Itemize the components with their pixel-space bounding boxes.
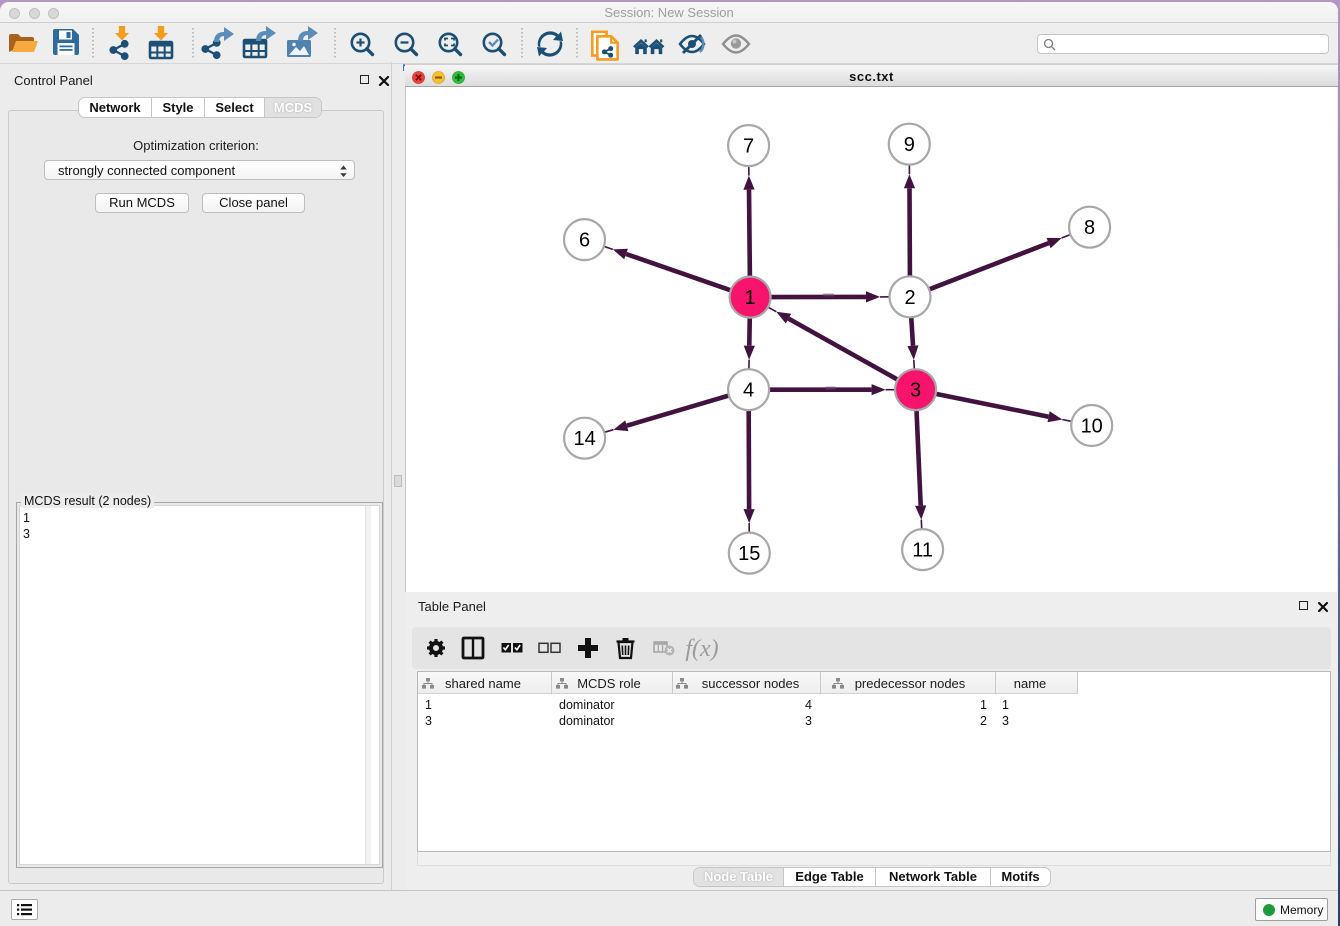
svg-text:1: 1 [745, 287, 756, 309]
svg-text:8: 8 [1084, 217, 1095, 239]
svg-text:15: 15 [738, 543, 760, 565]
svg-text:9: 9 [904, 134, 915, 156]
svg-text:14: 14 [573, 428, 595, 450]
svg-text:2: 2 [904, 287, 915, 309]
svg-text:11: 11 [912, 540, 933, 562]
svg-text:4: 4 [743, 380, 754, 402]
svg-text:f(x): f(x) [685, 636, 718, 662]
svg-text:6: 6 [579, 230, 590, 252]
svg-text:3: 3 [910, 380, 921, 402]
svg-text:10: 10 [1081, 416, 1103, 438]
svg-text:7: 7 [743, 136, 754, 158]
